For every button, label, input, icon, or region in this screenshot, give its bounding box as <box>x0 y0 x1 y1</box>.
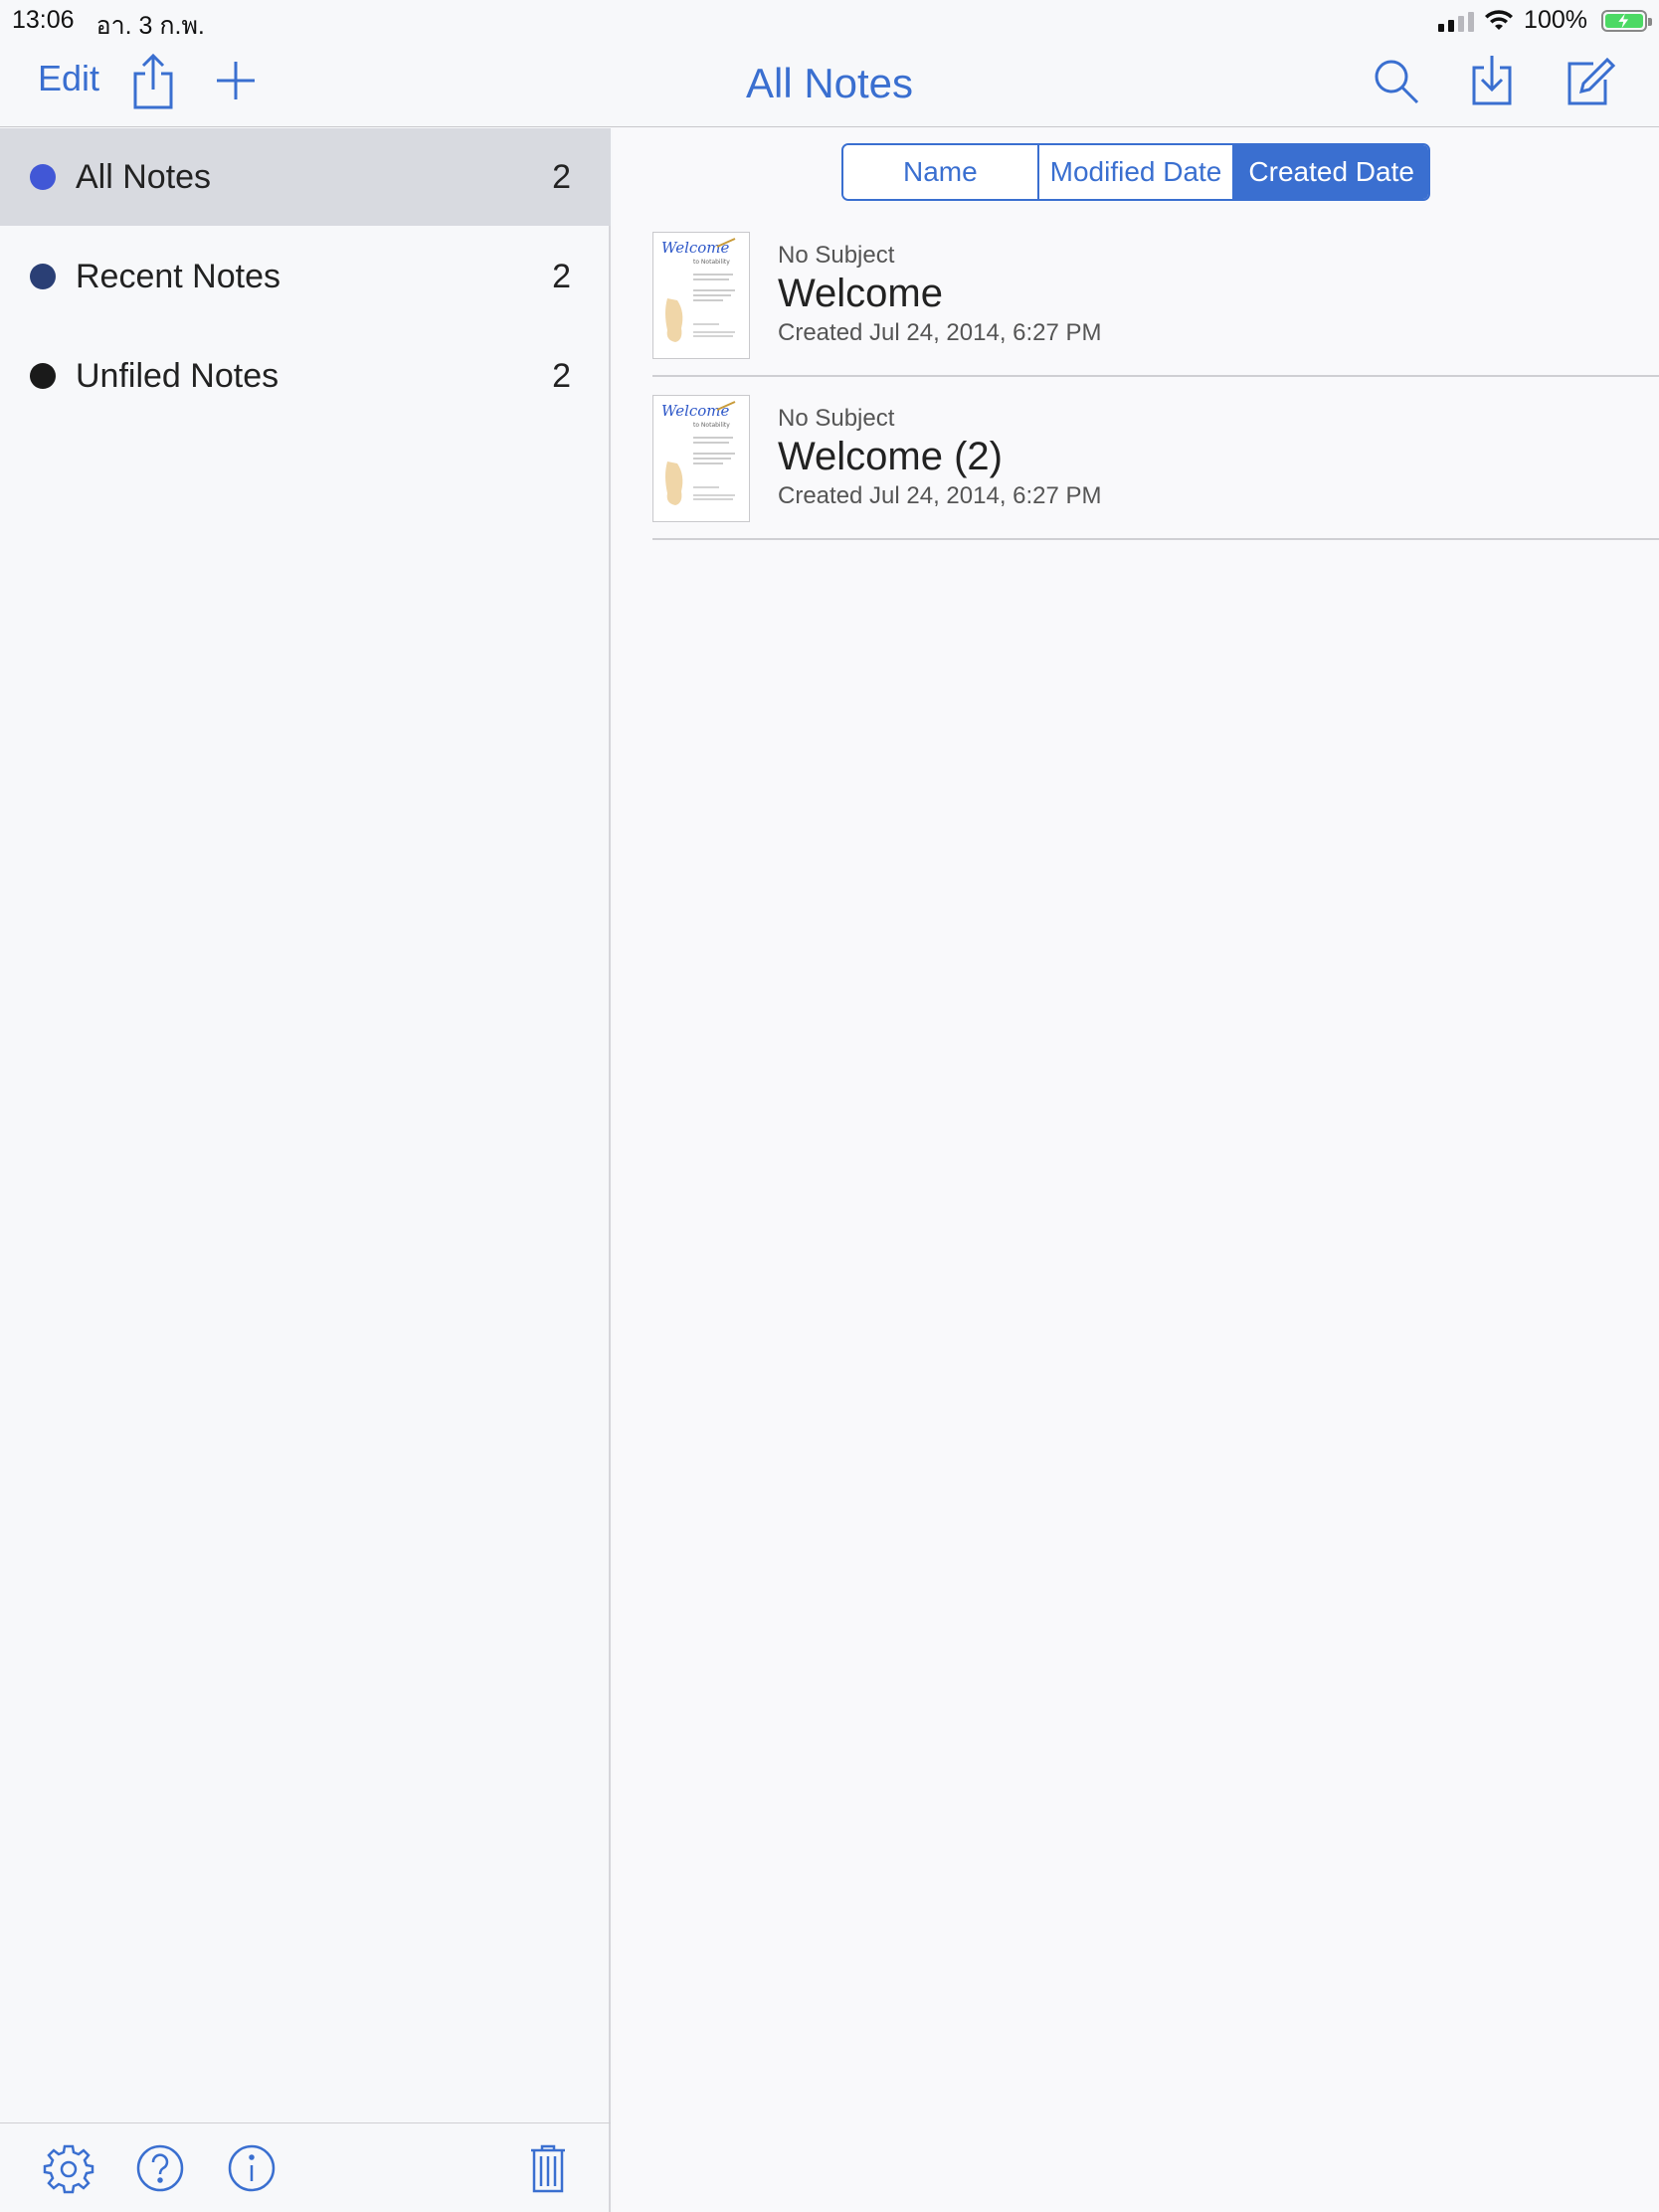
sidebar: All Notes 2 Recent Notes 2 Unfiled Notes… <box>0 128 611 2212</box>
battery-percent: 100% <box>1524 6 1587 34</box>
note-subject: No Subject <box>778 242 895 269</box>
note-subject: No Subject <box>778 405 895 432</box>
color-dot-icon <box>30 363 56 389</box>
sidebar-item-all-notes[interactable]: All Notes 2 <box>0 128 611 226</box>
cellular-signal-icon <box>1438 10 1475 32</box>
thumbnail-subheading: to Notability <box>693 422 730 429</box>
thumbnail-heading: Welcome <box>661 239 730 257</box>
status-bar: 13:06 อา. 3 ก.พ. 100% <box>0 0 1659 40</box>
sidebar-item-unfiled-notes[interactable]: Unfiled Notes 2 <box>0 327 611 425</box>
trash-icon[interactable] <box>521 2141 575 2195</box>
sidebar-item-recent-notes[interactable]: Recent Notes 2 <box>0 228 611 325</box>
row-divider <box>652 538 1659 540</box>
sidebar-item-count: 2 <box>552 157 571 196</box>
sidebar-item-label: Recent Notes <box>76 257 280 295</box>
import-icon[interactable] <box>1470 54 1514 109</box>
color-dot-icon <box>30 164 56 190</box>
thumbnail-heading: Welcome <box>661 402 730 420</box>
navigation-bar: Edit All Notes <box>0 40 1659 127</box>
note-created-date: Created Jul 24, 2014, 6:27 PM <box>778 319 1102 346</box>
sidebar-item-count: 2 <box>552 257 571 295</box>
note-title: Welcome <box>778 272 943 315</box>
note-row-welcome[interactable]: Welcome to Notability No Subject Welcome… <box>652 128 1659 377</box>
thumbnail-subheading: to Notability <box>693 259 730 266</box>
sidebar-item-count: 2 <box>552 356 571 395</box>
note-thumbnail: Welcome to Notability <box>652 395 750 522</box>
compose-icon[interactable] <box>1566 56 1615 107</box>
color-dot-icon <box>30 264 56 289</box>
note-row-welcome-2[interactable]: Welcome to Notability No Subject Welcome… <box>652 377 1659 540</box>
sidebar-item-label: Unfiled Notes <box>76 356 279 395</box>
info-icon[interactable] <box>225 2141 278 2195</box>
battery-icon <box>1601 9 1652 32</box>
wifi-icon <box>1485 9 1514 30</box>
help-icon[interactable] <box>133 2141 187 2195</box>
sidebar-toolbar <box>0 2122 611 2212</box>
notes-list-panel: Name Modified Date Created Date Welcome … <box>613 128 1659 2212</box>
gear-icon[interactable] <box>42 2141 95 2195</box>
note-thumbnail: Welcome to Notability <box>652 232 750 359</box>
note-title: Welcome (2) <box>778 435 1003 478</box>
sidebar-item-label: All Notes <box>76 157 212 196</box>
note-created-date: Created Jul 24, 2014, 6:27 PM <box>778 482 1102 509</box>
search-icon[interactable] <box>1373 58 1420 105</box>
